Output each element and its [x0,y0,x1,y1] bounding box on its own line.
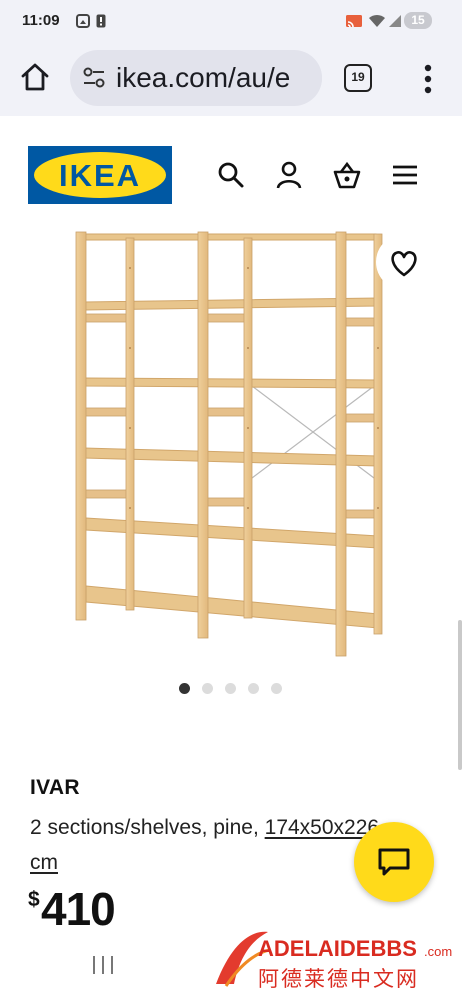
basket-icon[interactable] [332,160,362,190]
product-image-gallery[interactable] [0,228,462,668]
home-icon[interactable] [18,60,52,94]
alert-icon [96,14,106,28]
carousel-dot[interactable] [179,683,190,694]
product-image [75,231,383,657]
status-time: 11:09 [22,12,60,29]
carousel-indicator [0,683,462,695]
carousel-dot[interactable] [202,683,213,694]
search-icon[interactable] [216,160,246,190]
recent-apps-icon[interactable] [90,954,118,976]
price-amount: 410 [41,883,116,935]
wifi-icon [369,14,385,27]
chat-icon [378,848,410,876]
url-text: ikea.com/au/e [116,62,291,93]
carousel-dot[interactable] [225,683,236,694]
product-name: IVAR [30,776,80,799]
battery-indicator: 15 [404,12,432,29]
watermark-suffix: .com [424,944,452,959]
site-header: IKEA [0,118,462,228]
cast-icon [346,15,362,28]
carousel-dot[interactable] [271,683,282,694]
carousel-dot[interactable] [248,683,259,694]
signal-icon [389,15,401,27]
tab-switcher-button[interactable]: 19 [344,64,372,92]
screenshot-icon [76,14,90,28]
measurement-unit[interactable]: cm [30,851,58,874]
browser-toolbar: ikea.com/au/e 19 [0,40,462,116]
watermark-subtitle: 阿德莱德中文网 [258,967,419,991]
hamburger-menu-icon[interactable] [390,160,420,190]
status-bar: 11:09 15 [0,0,462,40]
watermark-logo: ADELAIDEBBS .com 阿德莱德中文网 [216,931,452,991]
address-bar[interactable]: ikea.com/au/e [70,50,322,106]
favourite-button[interactable] [376,234,432,290]
site-settings-icon[interactable] [82,67,106,89]
account-icon[interactable] [274,160,304,190]
watermark-brand: ADELAIDEBBS [258,936,417,961]
url-fade [304,50,322,106]
currency-symbol: $ [28,888,40,911]
overflow-menu-icon[interactable] [418,62,438,96]
ikea-logo[interactable]: IKEA [28,146,172,204]
edge-panel-handle[interactable] [458,620,462,770]
description-text: 2 sections/shelves, pine, [30,816,265,839]
heart-icon [391,251,417,277]
chat-button[interactable] [354,822,434,902]
svg-text:IKEA: IKEA [59,158,141,193]
